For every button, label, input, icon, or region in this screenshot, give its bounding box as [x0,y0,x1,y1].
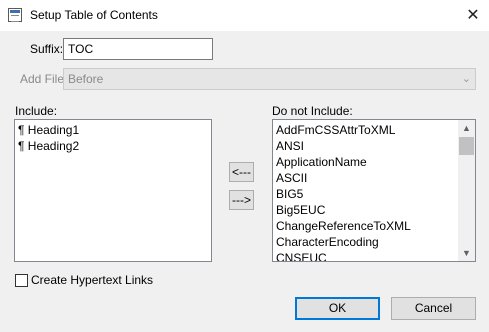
list-item[interactable]: ANSI [273,138,459,154]
add-file-select[interactable]: Before ⌄ [63,68,476,90]
move-right-button[interactable]: ---> [229,190,254,210]
title-bar: Setup Table of Contents ✕ [0,0,489,31]
include-label: Include: [15,104,58,118]
dialog-window-icon [8,8,22,22]
cancel-button[interactable]: Cancel [391,297,476,320]
list-item[interactable]: ¶ Heading2 [15,138,211,154]
hypertext-label: Create Hypertext Links [31,273,154,287]
list-item[interactable]: CharacterEncoding [273,234,459,250]
close-icon[interactable]: ✕ [457,0,489,31]
add-file-label: Add File: [20,72,68,86]
hypertext-checkbox[interactable] [15,274,28,287]
exclude-listbox[interactable]: AddFmCSSAttrToXML ANSI ApplicationName A… [272,119,476,262]
chevron-down-icon: ⌄ [461,73,471,85]
list-item[interactable]: ASCII [273,170,459,186]
setup-toc-dialog: Setup Table of Contents ✕ Suffix: TOC Ad… [0,0,489,332]
list-item[interactable]: ¶ Heading1 [15,122,211,138]
include-list: ¶ Heading1 ¶ Heading2 [15,120,211,154]
add-file-selected-value: Before [68,72,104,86]
window-title: Setup Table of Contents [30,8,158,22]
scroll-up-icon[interactable]: ▲ [458,120,475,136]
suffix-label: Suffix: [30,42,64,56]
ok-button[interactable]: OK [295,297,380,320]
list-item[interactable]: ApplicationName [273,154,459,170]
list-item[interactable]: ChangeReferenceToXML [273,218,459,234]
exclude-scrollbar[interactable]: ▲ ▼ [458,120,475,261]
list-item[interactable]: AddFmCSSAttrToXML [273,122,459,138]
exclude-list: AddFmCSSAttrToXML ANSI ApplicationName A… [273,120,459,261]
list-item[interactable]: BIG5 [273,186,459,202]
move-left-button[interactable]: <--- [229,162,254,182]
include-listbox[interactable]: ¶ Heading1 ¶ Heading2 [14,119,212,262]
exclude-label: Do not Include: [272,104,353,118]
list-item[interactable]: Big5EUC [273,202,459,218]
scroll-down-icon[interactable]: ▼ [458,245,475,261]
list-item[interactable]: CNSEUC [273,250,459,261]
scroll-thumb[interactable] [459,137,474,155]
suffix-input[interactable]: TOC [63,38,213,60]
